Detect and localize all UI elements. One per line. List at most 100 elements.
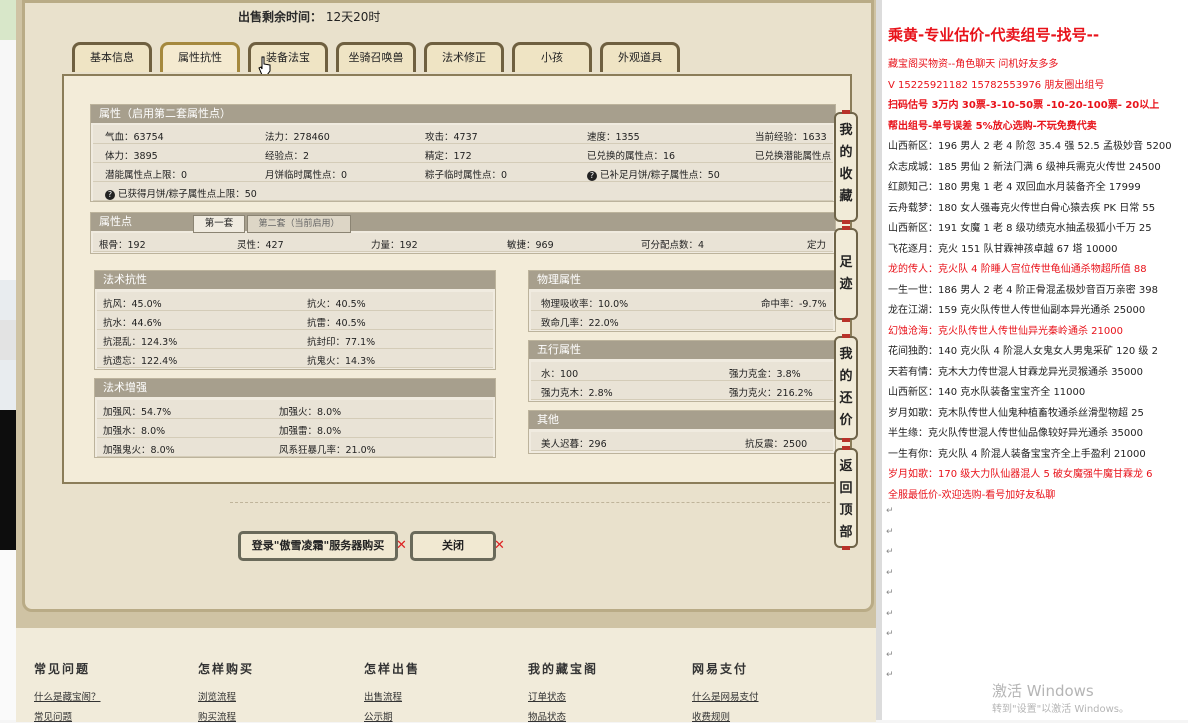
footer-link[interactable]: 收费规则 (692, 709, 759, 723)
points-box: 属性点 第一套 第二套（当前启用） 根骨：192 灵性：427 力量：192 敏… (90, 212, 836, 254)
help-icon[interactable]: ? (105, 190, 115, 200)
doc-line: 岁月如歌：克木队传世人仙鬼种植畜牧通杀丝滑型物超 25 (888, 407, 1144, 419)
left-window-strip (0, 0, 16, 720)
footer-link[interactable]: 订单状态 (528, 689, 598, 703)
footer-link[interactable]: 购买流程 (198, 709, 254, 723)
boost-ghostfire: 加强鬼火：8.0% (103, 445, 175, 456)
points-tab-first[interactable]: 第一套 (193, 215, 245, 233)
strip-block (0, 40, 16, 280)
activation-watermark-title: 激活 Windows (992, 682, 1094, 700)
footer-link[interactable]: 公示期 (364, 709, 420, 723)
tab-label: 坐骑召唤兽 (348, 51, 404, 64)
physical-box: 物理属性 物理吸收率：10.0% 命中率：-9.7% 致命几率：22.0% (528, 270, 836, 332)
paragraph-mark: ↵ (886, 649, 894, 660)
footer-link[interactable]: 常见问题 (34, 709, 101, 723)
attr-exchanged: 已兑换的属性点：16 (587, 151, 676, 162)
paragraph-mark: ↵ (886, 588, 894, 598)
footer-col-faq: 常见问题 什么是藏宝阁？ 常见问题 (34, 660, 101, 723)
footer-link[interactable]: 出售流程 (364, 689, 420, 703)
five-elements-box: 五行属性 水：100 强力克金：3.8% 强力克木：2.8% 强力克火：216.… (528, 340, 836, 402)
boost-thunder: 加强雷：8.0% (279, 426, 342, 437)
resist-wind: 抗风：45.0% (103, 299, 162, 310)
resist-chaos: 抗混乱：124.3% (103, 337, 178, 348)
resist-seal: 抗封印：77.1% (307, 337, 376, 348)
doc-line: 藏宝阁买物资--角色聊天 问机好友多多 (888, 59, 1059, 70)
footer-link[interactable]: 浏览流程 (198, 689, 254, 703)
points-strength: 力量：192 (371, 240, 418, 251)
footer-link[interactable]: 什么是藏宝阁？ (34, 689, 101, 703)
tab-label: 基本信息 (90, 51, 134, 64)
attr-exp-points: 经验点：2 (265, 151, 310, 162)
spell-resist-header: 法术抗性 (95, 271, 495, 289)
doc-line: 众志成城：185 男仙 2 新法门满 6 级神兵需克火传世 24500 (888, 161, 1161, 173)
tab-label: 法术修正 (442, 51, 486, 64)
knob (842, 446, 850, 450)
help-icon[interactable]: ? (587, 171, 597, 181)
doc-line: 岁月如歌：170 级大力队仙器混人 5 破女魔强牛魔甘霖龙 6 (888, 469, 1153, 480)
footer-title: 怎样出售 (364, 662, 421, 676)
doc-line: 扫码估号 3万内 30票-3-10-50票 -10-20-100票- 20以上 (888, 100, 1160, 111)
attributes-box: 属性（启用第二套属性点） 气血：63754 法力：278460 攻击：4737 … (90, 104, 836, 202)
paragraph-mark: ↵ (886, 506, 894, 516)
doc-line: 飞花逐月：克火 151 队甘霖神孩卓越 67 塔 10000 (888, 243, 1118, 255)
doc-line: 山西新区：140 克水队装备宝宝齐全 11000 (888, 387, 1086, 398)
attr-speed: 速度：1355 (587, 132, 640, 143)
points-tab-second[interactable]: 第二套（当前启用） (247, 215, 351, 233)
element-vs-fire: 强力克火：216.2% (729, 388, 813, 399)
footer-title: 我的藏宝阁 (528, 662, 599, 676)
physical-crit: 致命几率：22.0% (541, 318, 619, 329)
other-beauty: 美人迟暮：296 (541, 439, 607, 450)
hand-cursor-icon (258, 56, 271, 76)
doc-line: 全服最低价-欢迎选购-看号加好友私聊 (888, 489, 1056, 501)
sale-time: 出售剩余时间： 12天20时 (238, 8, 380, 25)
doc-line: 帮出组号-单号误差 5%放心选购-不玩免费代卖 (888, 120, 1097, 132)
tab-basic-info[interactable]: 基本信息 (72, 42, 152, 72)
strip-block (0, 320, 16, 360)
points-header: 属性点 (91, 213, 191, 231)
tab-mounts-pets[interactable]: 坐骑召唤兽 (336, 42, 416, 72)
close-button[interactable]: 关闭 (410, 531, 496, 561)
boost-fire: 加强火：8.0% (279, 407, 342, 418)
physical-absorb: 物理吸收率：10.0% (541, 299, 629, 310)
back-to-top-button[interactable]: 返回顶部 (834, 446, 858, 550)
footer-title: 怎样购买 (198, 662, 255, 676)
attr-potential-exchanged: 已兑换潜能属性点 (755, 151, 832, 162)
paragraph-mark: ↵ (886, 526, 894, 537)
knob (842, 438, 850, 442)
knob (842, 220, 850, 224)
attr-focus: 精定：172 (425, 151, 472, 162)
strip-block (0, 410, 16, 550)
element-vs-wood: 强力克木：2.8% (541, 388, 613, 399)
points-free: 可分配点数：4 (641, 240, 705, 251)
tab-appearance[interactable]: 外观道具 (600, 42, 680, 72)
login-buy-button[interactable]: 登录"傲雪凌霜"服务器购买 (238, 531, 398, 561)
footer-link[interactable]: 物品状态 (528, 709, 598, 723)
footer-col-how-buy: 怎样购买 浏览流程 购买流程 (198, 660, 254, 723)
tab-spell-mods[interactable]: 法术修正 (424, 42, 504, 72)
other-header: 其他 (529, 411, 835, 429)
footprints-button[interactable]: 足迹 (834, 226, 858, 322)
element-water: 水：100 (541, 369, 579, 380)
attr-hp: 气血：63754 (105, 132, 164, 143)
doc-line: 幻蚀沧海：克火队传世人传世仙异光秦岭通杀 21000 (888, 325, 1123, 337)
favorites-button[interactable]: 我的收藏 (834, 110, 858, 224)
doc-line: 花间独酌：140 克火队 4 阶混人女鬼女人男鬼采矿 120 级 2 (888, 346, 1158, 357)
my-counteroffers-button[interactable]: 我的还价 (834, 334, 858, 442)
tab-label: 小孩 (541, 51, 563, 64)
points-spirit: 灵性：427 (237, 240, 284, 251)
counteroffers-label: 我的还价 (839, 347, 853, 428)
doc-line: 山西新区：196 男人 2 老 4 阶忽 35.4 强 52.5 孟极妙音 52… (888, 141, 1172, 152)
paragraph-mark: ↵ (886, 629, 894, 639)
boost-wind-crit: 风系狂暴几率：21.0% (279, 445, 376, 456)
tab-children[interactable]: 小孩 (512, 42, 592, 72)
doc-line: 云舟载梦：180 女人强毒克火传世白骨心猿去疾 PK 日常 55 (888, 202, 1156, 214)
attr-supplemented: ? 已补足月饼/粽子属性点：50 (587, 167, 720, 181)
knob (842, 318, 850, 322)
doc-line: 一生一世：186 男人 2 老 4 阶正骨混孟极妙音百万亲密 398 (888, 284, 1158, 296)
doc-line: 一生有你：克火队 4 阶混人装备宝宝齐全上手盈利 21000 (888, 448, 1146, 460)
points-bone: 根骨：192 (99, 240, 146, 251)
five-elements-header: 五行属性 (529, 341, 835, 359)
footer-link[interactable]: 什么是网易支付 (692, 689, 759, 703)
footer-title: 常见问题 (34, 662, 91, 676)
tab-attributes[interactable]: 属性抗性 (160, 42, 240, 72)
